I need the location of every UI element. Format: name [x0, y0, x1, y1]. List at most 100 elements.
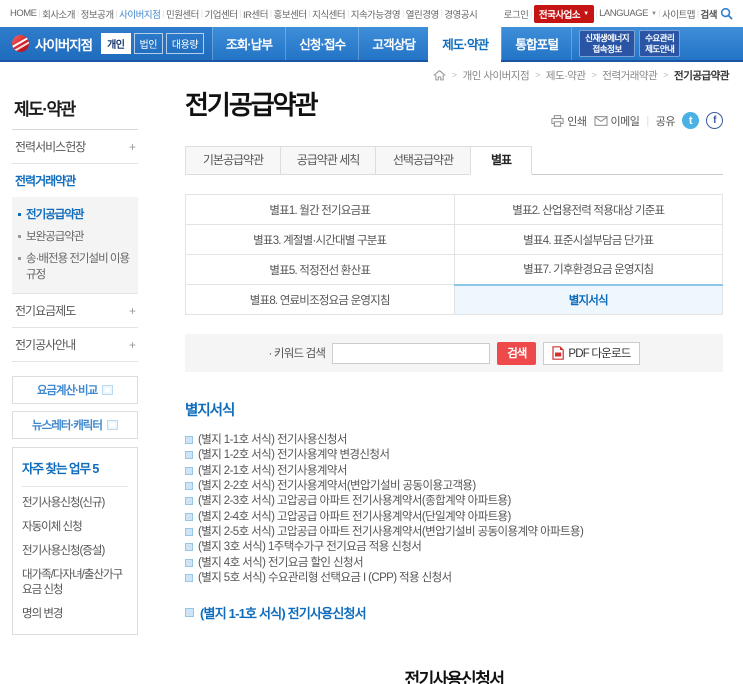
- email-button[interactable]: 이메일: [594, 113, 640, 129]
- quick-link-label: 요금계산·비교: [36, 385, 98, 398]
- nav-menu: 조회·납부 신청·접수 고객상담 제도·약관 통합포털: [212, 27, 573, 62]
- form-link-1-2[interactable]: (별지 1-2호 서식) 전기사용계약 변경신청서: [185, 448, 723, 463]
- form-link-3[interactable]: (별지 3호 서식) 1주택수가구 전기요금 적용 신청서: [185, 540, 723, 555]
- breadcrumb-separator: >: [591, 70, 597, 80]
- search-icon: [720, 7, 733, 20]
- attachment-cell-8[interactable]: 별표8. 연료비조정요금 운영지침: [185, 284, 455, 316]
- nav-item-application[interactable]: 신청·접수: [285, 27, 358, 60]
- selected-form-label: (별지 1-1호 서식) 전기사용신청서: [200, 606, 367, 622]
- utility-link-open-management[interactable]: 열린경영: [406, 7, 439, 21]
- breadcrumb-link[interactable]: 제도·약관: [546, 68, 586, 83]
- attachment-cell-1[interactable]: 별표1. 월간 전기요금표: [185, 194, 455, 226]
- selected-form-link[interactable]: (별지 1-1호 서식) 전기사용신청서: [185, 603, 723, 622]
- frequent-task-name-change[interactable]: 명의 변경: [22, 607, 128, 622]
- tab-optional-supply-terms[interactable]: 선택공급약관: [375, 146, 471, 176]
- quick-link-fee-calculator[interactable]: 요금계산·비교: [12, 376, 138, 405]
- utility-link-company[interactable]: 회사소개: [42, 7, 75, 21]
- segment-high-volume[interactable]: 대용량: [165, 33, 205, 54]
- forms-section-title: 별지서식: [185, 403, 235, 420]
- chevron-down-icon: ▼: [650, 10, 657, 17]
- form-link-2-5[interactable]: (별지 2-5호 서식) 고압공급 아파트 전기사용계약서(변압기설비 공동이용…: [185, 525, 723, 540]
- form-link-1-1[interactable]: (별지 1-1호 서식) 전기사용신청서: [185, 433, 723, 448]
- utility-bar: HOME | 회사소개 | 정보공개 | 사이버지점 | 민원센터 | 기업센터 | IR센…: [0, 0, 743, 27]
- sidebar-item-label: 전기공사안내: [15, 338, 76, 353]
- utility-link-home[interactable]: HOME: [10, 8, 37, 19]
- tab-basic-supply-terms[interactable]: 기본공급약관: [185, 146, 281, 176]
- pdf-download-label: PDF 다운로드: [568, 348, 631, 361]
- facebook-icon[interactable]: [706, 112, 723, 129]
- tab-attachments[interactable]: 별표: [470, 146, 532, 176]
- sidebar-item-power-trade-terms[interactable]: 전력거래약관: [12, 164, 138, 197]
- renewable-energy-button[interactable]: 신재생에너지 접속정보: [579, 29, 636, 58]
- divider: |: [38, 9, 41, 18]
- quick-link-newsletter[interactable]: 뉴스레터·캐릭터: [12, 411, 138, 440]
- nav-item-inquiry-payment[interactable]: 조회·납부: [212, 27, 285, 60]
- tab-detailed-rules[interactable]: 공급약관 세칙: [280, 146, 376, 176]
- expand-plus-icon: +: [128, 303, 136, 318]
- attachment-cell-4[interactable]: 별표4. 표준시설부담금 단가표: [453, 224, 723, 256]
- language-selector[interactable]: LANGUAGE ▼: [599, 8, 657, 19]
- attachment-cell-7[interactable]: 별표7. 기후환경요금 운영지침: [453, 254, 723, 286]
- divider: |: [440, 9, 443, 18]
- nav-item-portal[interactable]: 통합포털: [501, 27, 573, 60]
- sitemap-link[interactable]: 사이트맵: [662, 7, 695, 21]
- form-link-2-4[interactable]: (별지 2-4호 서식) 고압공급 아파트 전기사용계약서(단일계약 아파트용): [185, 510, 723, 525]
- utility-search-button[interactable]: 검색: [701, 7, 733, 21]
- home-icon[interactable]: [433, 69, 446, 81]
- divider: |: [239, 9, 242, 18]
- sidebar-subitem-supplementary-terms[interactable]: 보완공급약관: [18, 226, 132, 248]
- pdf-download-button[interactable]: PDF 다운로드: [543, 341, 640, 365]
- sidebar-item-rate-system[interactable]: 전기요금제도 +: [12, 293, 138, 329]
- sidebar-subitem-transmission-rules[interactable]: 송·배전용 전기설비 이용규정: [18, 248, 132, 286]
- form-link-4[interactable]: (별지 4호 서식) 전기요금 할인 신청서: [185, 556, 723, 571]
- attachment-cell-forms-active[interactable]: 별지서식: [453, 283, 723, 316]
- divider: |: [658, 9, 660, 18]
- sidebar-item-construction-guide[interactable]: 전기공사안내 +: [12, 328, 138, 363]
- attachment-cell-5[interactable]: 별표5. 적정전선 환산표: [185, 254, 455, 286]
- twitter-icon[interactable]: [682, 112, 699, 129]
- utility-link-disclosure-info[interactable]: 정보공개: [81, 7, 114, 21]
- promo-label: 접속정보: [592, 43, 622, 54]
- breadcrumb-link[interactable]: 개인 사이버지점: [463, 68, 530, 83]
- email-label: 이메일: [610, 115, 640, 128]
- share-label: 공유: [655, 115, 676, 128]
- segment-personal[interactable]: 개인: [101, 33, 131, 54]
- form-link-5[interactable]: (별지 5호 서식) 수요관리형 선택요금 I (CPP) 적용 신청서: [185, 571, 723, 586]
- utility-link-knowledge-center[interactable]: 지식센터: [312, 7, 345, 21]
- brand-link[interactable]: 사이버지점: [35, 34, 93, 54]
- utility-link-pr-center[interactable]: 홍보센터: [274, 7, 307, 21]
- divider: |: [347, 9, 349, 18]
- sidebar-subitem-supply-terms[interactable]: 전기공급약관: [18, 204, 132, 226]
- form-link-2-3[interactable]: (별지 2-3호 서식) 고압공급 아파트 전기사용계약서(종합계약 아파트용): [185, 494, 723, 509]
- keyword-search-input[interactable]: [332, 342, 491, 364]
- bullet-icon: [18, 235, 21, 239]
- form-link-2-1[interactable]: (별지 2-1호 서식) 전기사용계약서: [185, 464, 723, 479]
- print-button[interactable]: 인쇄: [551, 113, 587, 129]
- nav-item-customer-service[interactable]: 고객상담: [358, 27, 428, 60]
- demand-management-button[interactable]: 수요관리 제도안내: [639, 29, 681, 58]
- utility-link-civil-center[interactable]: 민원센터: [166, 7, 199, 21]
- frequent-task-new-application[interactable]: 전기사용신청(신규): [22, 496, 128, 511]
- sidebar-item-service-charter[interactable]: 전력서비스헌장 +: [12, 130, 138, 164]
- search-button[interactable]: 검색: [497, 341, 537, 365]
- breadcrumb-link[interactable]: 전력거래약관: [602, 68, 657, 83]
- utility-link-ir-center[interactable]: IR센터: [243, 7, 268, 21]
- frequent-task-large-family-rate[interactable]: 대가족/다자녀/출산가구 요금 신청: [22, 568, 128, 598]
- attachment-cell-2[interactable]: 별표2. 산업용전력 적용대상 기준표: [453, 194, 723, 226]
- segment-corporate[interactable]: 법인: [133, 33, 163, 54]
- document-title: 전기사용신청서: [404, 670, 505, 684]
- form-link-2-2[interactable]: (별지 2-2호 서식) 전기사용계약서(변압기설비 공동이용고객용): [185, 479, 723, 494]
- attachment-cell-3[interactable]: 별표3. 계절별·시간대별 구분표: [185, 224, 455, 256]
- utility-link-cyber-branch[interactable]: 사이버지점: [119, 7, 161, 21]
- login-link[interactable]: 로그인: [504, 7, 529, 21]
- utility-link-business-center[interactable]: 기업센터: [205, 7, 238, 21]
- form-link-label: (별지 3호 서식) 1주택수가구 전기요금 적용 신청서: [198, 541, 422, 554]
- frequent-task-expansion[interactable]: 전기사용신청(증설): [22, 544, 128, 559]
- utility-link-management-disclosure[interactable]: 경영공시: [444, 7, 477, 21]
- frequent-task-auto-transfer[interactable]: 자동이체 신청: [22, 520, 128, 535]
- table-row: 별표8. 연료비조정요금 운영지침 별지서식: [185, 283, 723, 316]
- utility-link-sustainability[interactable]: 지속가능경영: [351, 7, 401, 21]
- office-selector[interactable]: 전국사업소 ▼: [533, 4, 594, 23]
- nav-item-terms[interactable]: 제도·약관: [428, 27, 502, 62]
- form-link-label: (별지 2-5호 서식) 고압공급 아파트 전기사용계약서(변압기설비 공동이용…: [198, 525, 584, 538]
